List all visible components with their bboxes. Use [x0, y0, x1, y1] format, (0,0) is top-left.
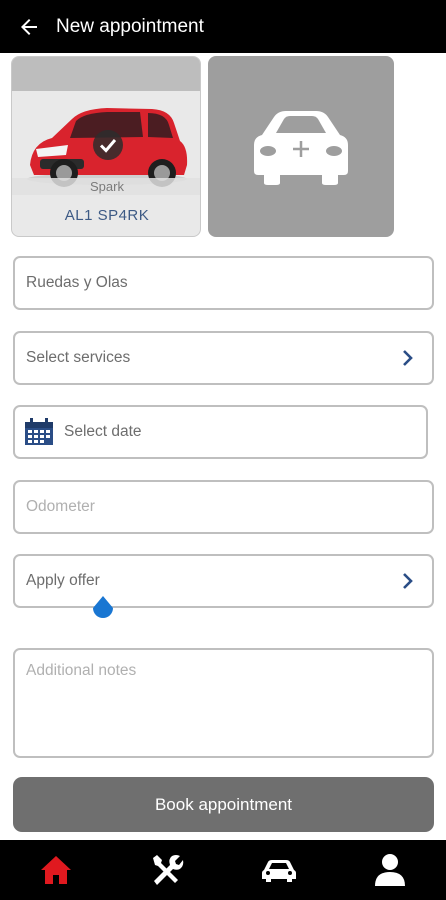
offer-select[interactable]: Apply offer [13, 554, 434, 608]
date-picker-field[interactable]: Select date [13, 405, 428, 459]
car-icon [261, 860, 296, 882]
chevron-right-icon [403, 350, 413, 366]
back-button[interactable] [9, 7, 49, 47]
add-car-icon [254, 110, 348, 185]
bottom-nav [0, 840, 446, 900]
chevron-right-icon [403, 573, 413, 589]
vehicle-card-header [12, 57, 200, 91]
page-title: New appointment [56, 15, 204, 37]
services-select[interactable]: Select services [13, 331, 434, 385]
app-bar: New appointment [0, 0, 446, 53]
odometer-input[interactable]: Odometer [13, 480, 434, 534]
notes-placeholder: Additional notes [26, 662, 137, 679]
add-vehicle-card[interactable] [208, 56, 394, 237]
text-cursor-handle[interactable] [90, 595, 116, 621]
workshop-value: Ruedas y Olas [26, 274, 128, 291]
home-icon [40, 856, 71, 884]
back-arrow-icon [21, 18, 37, 35]
odometer-placeholder: Odometer [26, 498, 95, 515]
vehicle-card[interactable]: Spark AL1 SP4RK [11, 56, 201, 237]
nav-vehicles[interactable] [249, 840, 309, 900]
user-icon [375, 854, 406, 886]
check-circle-icon [93, 130, 123, 160]
notes-textarea[interactable]: Additional notes [13, 648, 434, 758]
nav-home[interactable] [26, 840, 86, 900]
vehicle-plate: AL1 SP4RK [64, 207, 150, 224]
offer-placeholder: Apply offer [26, 572, 100, 589]
workshop-field[interactable]: Ruedas y Olas [13, 256, 434, 310]
nav-profile[interactable] [360, 840, 420, 900]
vehicle-model: Spark [12, 178, 200, 195]
services-placeholder: Select services [26, 349, 131, 366]
tools-icon [153, 855, 184, 885]
date-placeholder: Select date [64, 423, 142, 440]
calendar-icon [25, 418, 53, 445]
nav-services[interactable] [137, 840, 197, 900]
book-appointment-button[interactable]: Book appointment [13, 777, 434, 832]
